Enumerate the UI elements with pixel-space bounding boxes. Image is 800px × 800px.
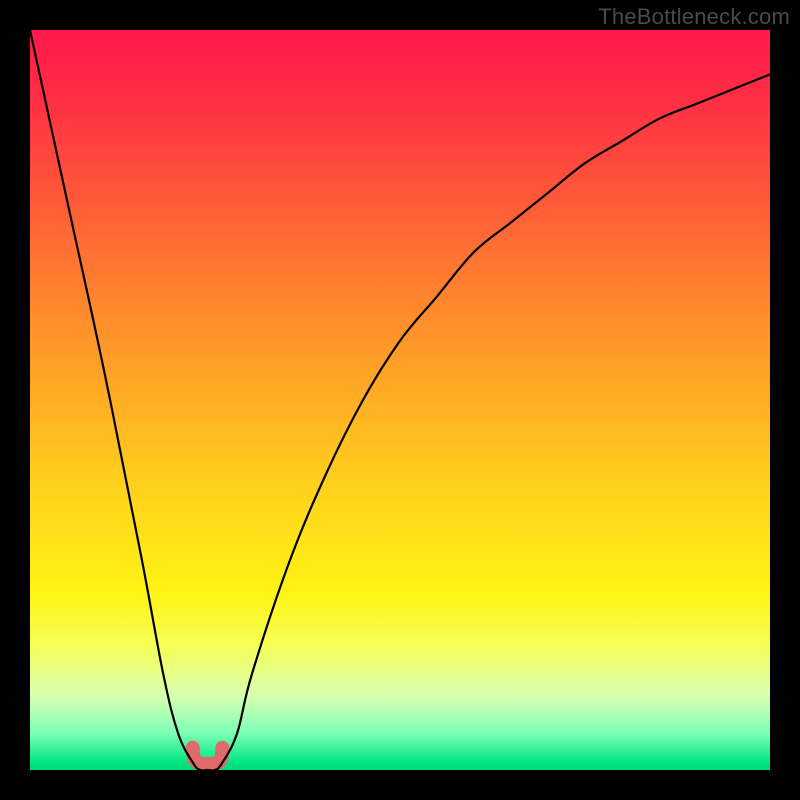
accent-segment [193,748,223,764]
plot-area [30,30,770,770]
curve-layer [30,30,770,770]
chart-frame: TheBottleneck.com [0,0,800,800]
bottleneck-curve [30,30,770,770]
watermark-text: TheBottleneck.com [598,4,790,30]
